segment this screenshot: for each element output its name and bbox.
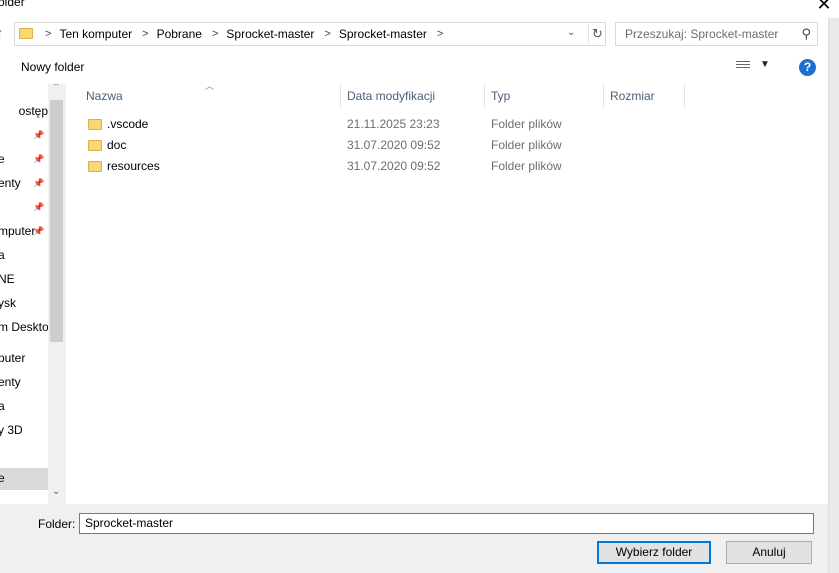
address-bar[interactable]: > Ten komputer > Pobrane > Sprocket-mast…: [14, 22, 606, 46]
file-date: 21.11.2025 23:23: [347, 117, 440, 131]
toolbar: Nowy folder ▼ ?: [0, 50, 828, 84]
file-row[interactable]: resources 31.07.2020 09:52 Folder plików: [66, 156, 766, 177]
file-name: .vscode: [107, 117, 149, 131]
window-title: older: [0, 0, 25, 9]
nav-item[interactable]: e 📌: [0, 149, 48, 169]
folder-icon: [19, 28, 33, 39]
scroll-thumb[interactable]: [50, 100, 63, 342]
breadcrumb-item[interactable]: Ten komputer: [59, 27, 132, 41]
nav-item[interactable]: 📌: [0, 197, 48, 217]
file-date: 31.07.2020 09:52: [347, 138, 441, 152]
nav-item[interactable]: enty 📌: [0, 173, 48, 193]
file-date: 31.07.2020 09:52: [347, 159, 441, 173]
nav-item[interactable]: NE: [0, 269, 48, 289]
column-header-size[interactable]: Rozmiar: [603, 84, 685, 108]
chevron-right-icon[interactable]: >: [142, 28, 148, 40]
nav-item-label: a: [0, 399, 5, 413]
column-header-name[interactable]: Nazwa: [79, 84, 341, 108]
column-header-date[interactable]: Data modyfikacji: [340, 84, 485, 108]
chevron-right-icon[interactable]: >: [212, 28, 218, 40]
folder-icon: [88, 140, 102, 151]
file-row[interactable]: doc 31.07.2020 09:52 Folder plików: [66, 135, 766, 156]
file-type: Folder plików: [491, 138, 562, 152]
pin-icon[interactable]: 📌: [33, 149, 44, 169]
pin-icon[interactable]: 📌: [33, 173, 44, 193]
nav-item-label: ostęp: [18, 104, 48, 118]
nav-item-label: e: [0, 471, 5, 485]
nav-item-label: enty: [0, 375, 21, 389]
file-row[interactable]: .vscode 21.11.2025 23:23 Folder plików: [66, 114, 766, 135]
scroll-down-icon[interactable]: ⌄: [52, 486, 60, 497]
chevron-down-icon[interactable]: ▼: [760, 59, 770, 70]
nav-item[interactable]: ostęp: [0, 101, 48, 121]
chevron-right-icon[interactable]: >: [324, 28, 330, 40]
folder-icon: [88, 119, 102, 130]
nav-item-label: a: [0, 248, 5, 262]
nav-item[interactable]: enty: [0, 372, 48, 392]
breadcrumb-item[interactable]: Pobrane: [157, 27, 202, 41]
nav-item[interactable]: ysk: [0, 293, 48, 313]
file-type: Folder plików: [491, 159, 562, 173]
nav-item-selected[interactable]: e: [0, 468, 48, 490]
nav-item[interactable]: m Deskto: [0, 317, 49, 337]
view-options-icon[interactable]: [736, 61, 750, 72]
background-window-edge: [828, 18, 839, 573]
nav-item-label: puter: [0, 351, 26, 365]
nav-item[interactable]: 📌: [0, 125, 48, 145]
nav-item-label: enty: [0, 176, 21, 190]
search-box[interactable]: ⚲: [615, 22, 818, 46]
address-bar-row: ↑ > Ten komputer > Pobrane > Sprocket-ma…: [0, 18, 839, 50]
folder-label: Folder:: [38, 517, 76, 531]
nav-item-label: ysk: [0, 296, 16, 310]
up-arrow-icon[interactable]: ↑: [0, 25, 4, 42]
breadcrumb-item[interactable]: Sprocket-master: [339, 27, 427, 41]
dialog-footer: Folder: Sprocket-master Wybierz folder A…: [0, 504, 828, 573]
select-folder-button[interactable]: Wybierz folder: [597, 541, 711, 564]
chevron-right-icon[interactable]: >: [45, 28, 51, 40]
nav-item-label: m Deskto: [0, 320, 49, 334]
pin-icon[interactable]: 📌: [33, 221, 44, 241]
nav-item-label: mputer: [0, 224, 36, 238]
search-icon[interactable]: ⚲: [801, 26, 811, 42]
chevron-right-icon[interactable]: >: [437, 28, 443, 40]
pin-icon[interactable]: 📌: [33, 197, 44, 217]
nav-item[interactable]: puter: [0, 348, 48, 368]
scroll-up-icon[interactable]: ⌃: [52, 84, 60, 93]
folder-name-field[interactable]: Sprocket-master: [79, 513, 814, 534]
file-list: ︿ Nazwa Data modyfikacji Typ Rozmiar .vs…: [66, 81, 828, 504]
breadcrumb: > Ten komputer > Pobrane > Sprocket-mast…: [35, 23, 451, 45]
pin-icon[interactable]: 📌: [33, 125, 44, 145]
nav-item-label: e: [0, 152, 5, 166]
nav-item-label: NE: [0, 272, 15, 286]
breadcrumb-item[interactable]: Sprocket-master: [226, 27, 314, 41]
search-input[interactable]: [616, 23, 796, 45]
nav-item-label: y 3D: [0, 423, 23, 437]
nav-scrollbar[interactable]: ⌃ ⌄: [48, 84, 65, 504]
close-button[interactable]: ✕: [809, 0, 839, 16]
cancel-button[interactable]: Anuluj: [726, 541, 812, 564]
nav-item[interactable]: mputer 📌: [0, 221, 48, 241]
file-name: doc: [107, 138, 127, 152]
nav-item[interactable]: a: [0, 396, 48, 416]
help-icon[interactable]: ?: [799, 59, 816, 76]
new-folder-button[interactable]: Nowy folder: [21, 60, 84, 74]
file-name: resources: [107, 159, 160, 173]
column-header-type[interactable]: Typ: [484, 84, 604, 108]
nav-item[interactable]: a: [0, 245, 48, 265]
file-type: Folder plików: [491, 117, 562, 131]
folder-icon: [88, 161, 102, 172]
title-bar: older ✕: [0, 0, 839, 18]
chevron-down-icon[interactable]: ⌄: [567, 27, 575, 38]
nav-item[interactable]: y 3D: [0, 420, 48, 440]
navigation-pane: ostęp 📌 e 📌 enty 📌 📌 mputer 📌 a NE ysk m De…: [0, 84, 65, 504]
refresh-icon[interactable]: ↻: [588, 24, 606, 44]
